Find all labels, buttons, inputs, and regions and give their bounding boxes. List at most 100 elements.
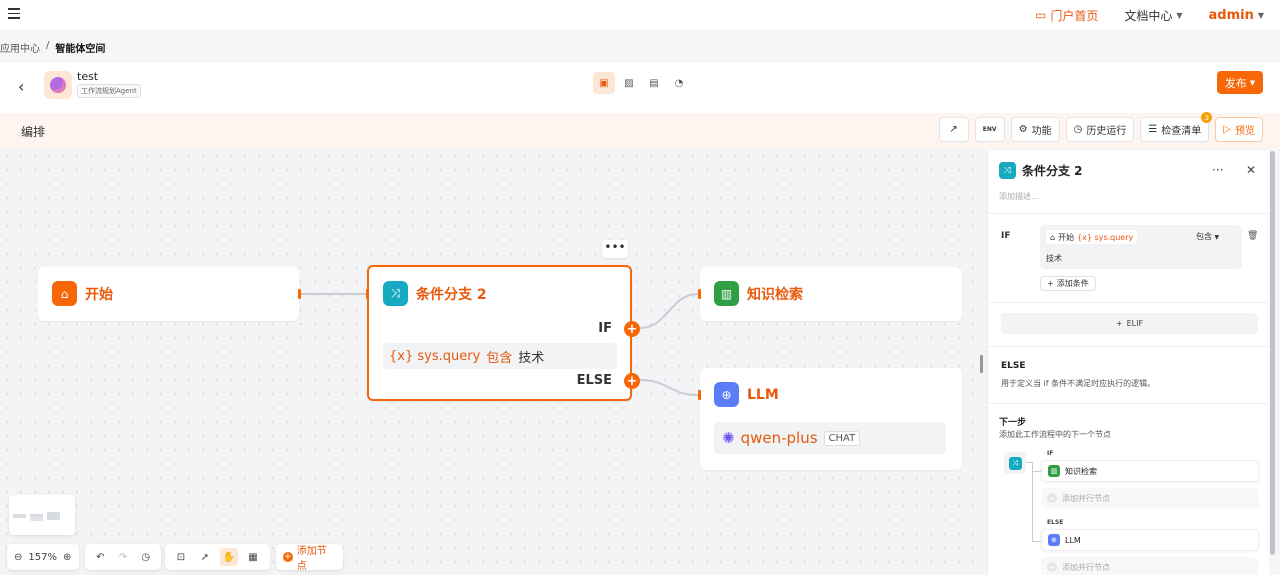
- history-icon: ◷: [1073, 124, 1083, 135]
- operator-select[interactable]: 包含 ▼: [1196, 231, 1219, 242]
- app-type-tag: 工作流规划Agent: [77, 84, 141, 98]
- add-parallel-label: 添加并行节点: [1062, 562, 1110, 572]
- publish-button[interactable]: 发布 ▼: [1217, 71, 1263, 94]
- model-name: qwen-plus: [740, 429, 818, 447]
- history-icon[interactable]: ◷: [137, 548, 154, 566]
- condition-summary: {x} sys.query 包含 技术: [383, 343, 617, 369]
- edge-else-to-llm: [639, 379, 699, 396]
- env-icon: ENV: [982, 126, 997, 133]
- next-step-title: 下一步: [999, 418, 1027, 428]
- back-arrow-icon[interactable]: ‹: [18, 77, 24, 96]
- qwen-logo-icon: ✺: [722, 429, 735, 447]
- condition-value: 技术: [518, 350, 545, 366]
- panel-title[interactable]: 条件分支 2: [1022, 162, 1083, 179]
- organize-icon[interactable]: ⊡: [172, 548, 190, 566]
- minimap[interactable]: [9, 495, 75, 535]
- image-view-icon[interactable]: ▨: [618, 72, 640, 94]
- knowledge-node-title: 知识检索: [747, 286, 803, 303]
- export-button[interactable]: ↗: [938, 117, 969, 142]
- description-input[interactable]: 添加描述...: [999, 191, 1039, 202]
- portal-home-link[interactable]: ▭ 门户首页: [1035, 7, 1098, 24]
- if-add-icon[interactable]: +: [624, 321, 640, 337]
- checklist-icon: ☰: [1148, 124, 1158, 135]
- llm-node[interactable]: ⊕ LLM ✺ qwen-plus CHAT: [698, 368, 962, 470]
- condition-value-input[interactable]: 技术: [1046, 253, 1062, 264]
- else-branch-label: ELSE: [576, 373, 612, 388]
- orchestrate-view-icon[interactable]: ▣: [593, 72, 615, 94]
- checklist-button[interactable]: ☰ 检查清单 3: [1140, 112, 1213, 142]
- workflow-canvas[interactable]: ⌂ 开始 ••• ⤨ 条件分支 2 IF + {x} sys.query 包含 …: [0, 149, 987, 575]
- preview-label: 预览: [1235, 126, 1255, 137]
- pointer-icon[interactable]: ➚: [196, 548, 214, 566]
- monitor-view-icon[interactable]: ◔: [668, 72, 690, 94]
- plus-icon: +: [1115, 319, 1123, 328]
- feature-button[interactable]: ⚙ 功能: [1010, 117, 1060, 142]
- if-branch-label: IF: [598, 321, 612, 336]
- play-icon: ▷: [1223, 124, 1231, 135]
- document-view-icon[interactable]: ▤: [643, 72, 665, 94]
- undo-icon[interactable]: ↶: [92, 548, 109, 566]
- condition-node[interactable]: ⤨ 条件分支 2 IF + {x} sys.query 包含 技术 ELSE +: [366, 265, 640, 401]
- user-menu[interactable]: admin ▼: [1209, 8, 1265, 23]
- menu-toggle-icon[interactable]: [8, 8, 20, 20]
- divider: [988, 213, 1269, 214]
- condition-input-handle[interactable]: [366, 289, 369, 299]
- add-parallel-label: 添加并行节点: [1062, 493, 1110, 503]
- breadcrumb-parent[interactable]: 应用中心: [0, 40, 40, 55]
- panel-more-icon[interactable]: ···: [1212, 163, 1223, 177]
- condition-editor[interactable]: ⌂ 开始 {x} sys.query 包含 ▼ 技术: [1040, 225, 1242, 269]
- env-button[interactable]: ENV: [974, 117, 1005, 142]
- plus-icon: +: [1047, 562, 1057, 572]
- close-icon[interactable]: ✕: [1246, 163, 1256, 177]
- start-output-handle[interactable]: [298, 289, 301, 299]
- docs-center-label: 文档中心: [1124, 8, 1173, 23]
- zoom-level[interactable]: 157%: [28, 552, 57, 563]
- home-icon: ⌂: [52, 281, 77, 306]
- divider: [988, 403, 1269, 404]
- condition-variable-chip[interactable]: ⌂ 开始 {x} sys.query: [1046, 230, 1138, 244]
- layout-icon[interactable]: ▦: [244, 548, 262, 566]
- model-selector[interactable]: ✺ qwen-plus CHAT: [714, 422, 946, 454]
- next-if-tag: IF: [1047, 450, 1054, 457]
- preview-button[interactable]: ▷ 预览: [1215, 117, 1263, 142]
- toolbar-actions: ↗ ENV ⚙ 功能 ◷ 历史运行 ☰ 检查清单 3 ▷ 预览: [938, 112, 1263, 142]
- chevron-down-icon: ▼: [1257, 10, 1264, 20]
- zoom-controls: ⊖ 157% ⊕: [7, 544, 79, 570]
- book-icon: ▥: [1048, 465, 1060, 477]
- hand-icon[interactable]: ✋: [220, 548, 238, 566]
- else-add-icon[interactable]: +: [624, 373, 640, 389]
- condition-variable: {x} sys.query: [389, 348, 481, 364]
- redo-icon[interactable]: ↷: [115, 548, 132, 566]
- add-elif-button[interactable]: + ELIF: [1001, 313, 1258, 334]
- plus-icon: +: [1047, 279, 1054, 288]
- panel-scrollbar[interactable]: [1270, 151, 1275, 555]
- zoom-in-icon[interactable]: ⊕: [63, 552, 71, 563]
- username: admin: [1208, 7, 1254, 23]
- next-node-knowledge[interactable]: ▥ 知识检索: [1041, 460, 1259, 482]
- add-parallel-node-button[interactable]: + 添加并行节点: [1041, 488, 1259, 508]
- knowledge-input-handle[interactable]: [698, 289, 701, 299]
- history-run-button[interactable]: ◷ 历史运行: [1065, 117, 1135, 142]
- plus-icon: +: [1047, 493, 1057, 503]
- planet-icon: [50, 77, 66, 93]
- next-step-description: 添加此工作流程中的下一个节点: [999, 430, 1111, 439]
- docs-center-dropdown[interactable]: 文档中心 ▼: [1124, 7, 1182, 24]
- app-avatar: [44, 71, 72, 99]
- add-condition-button[interactable]: + 添加条件: [1040, 276, 1096, 291]
- add-node-button[interactable]: + 添加节点: [276, 544, 343, 572]
- knowledge-retrieval-node[interactable]: ▥ 知识检索: [698, 267, 962, 321]
- view-tabs: ▣ ▨ ▤ ◔: [593, 72, 690, 94]
- add-parallel-node-button[interactable]: + 添加并行节点: [1041, 557, 1259, 575]
- export-icon: ↗: [949, 124, 958, 135]
- trash-icon[interactable]: 🗑: [1247, 231, 1258, 241]
- next-node-llm[interactable]: ⊕ LLM: [1041, 529, 1259, 551]
- start-node[interactable]: ⌂ 开始: [38, 267, 301, 321]
- breadcrumb-separator: /: [46, 40, 50, 51]
- breadcrumb: 应用中心 / 智能体空间: [0, 40, 105, 55]
- if-label: IF: [1001, 231, 1011, 241]
- llm-input-handle[interactable]: [698, 390, 701, 400]
- panel-resize-handle[interactable]: [980, 355, 983, 373]
- book-icon: ▥: [714, 281, 739, 306]
- node-more-button[interactable]: •••: [602, 240, 628, 258]
- zoom-out-icon[interactable]: ⊖: [14, 552, 22, 563]
